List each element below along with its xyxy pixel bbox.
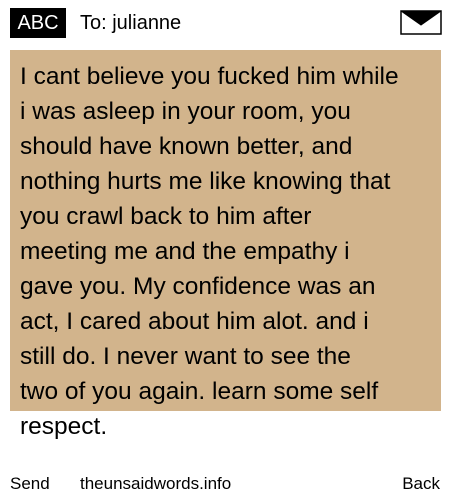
envelope-icon: [400, 10, 442, 35]
back-button[interactable]: Back: [402, 472, 440, 496]
input-mode-badge[interactable]: ABC: [10, 8, 66, 38]
header-bar: ABC To: julianne: [0, 0, 450, 46]
recipient-label: To: julianne: [80, 12, 182, 34]
site-label: theunsaidwords.info: [80, 474, 232, 493]
message-text[interactable]: I cant believe you fucked him while i wa…: [20, 59, 440, 444]
send-button[interactable]: Send: [10, 472, 50, 496]
